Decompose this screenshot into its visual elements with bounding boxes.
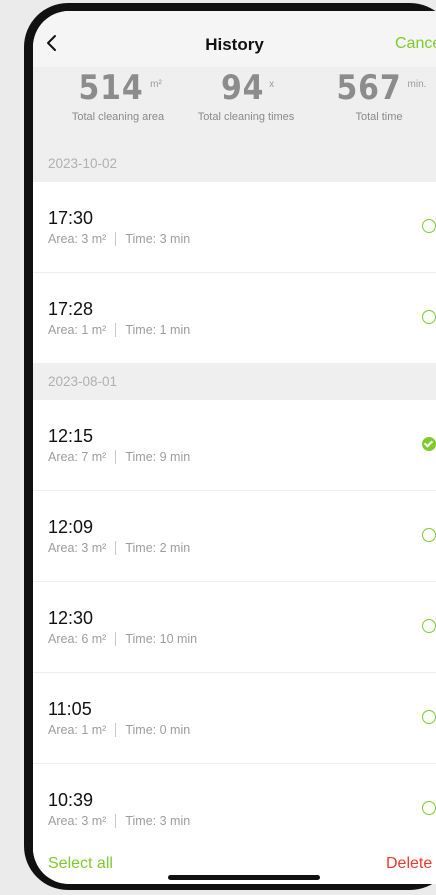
meta-divider bbox=[115, 723, 117, 737]
item-meta: Area: 1 m² Time: 1 min bbox=[48, 323, 190, 337]
select-checkbox[interactable] bbox=[422, 219, 436, 233]
nav-header: History Cancel bbox=[33, 11, 436, 67]
stat-value: 567 bbox=[335, 68, 402, 108]
date-label: 2023-10-02 bbox=[48, 156, 118, 171]
history-item[interactable]: 17:30 Area: 3 m² Time: 3 min bbox=[33, 182, 436, 272]
select-all-button[interactable]: Select all bbox=[48, 855, 113, 873]
meta-divider bbox=[115, 632, 117, 646]
select-checkbox[interactable] bbox=[422, 710, 436, 724]
history-item[interactable]: 12:30 Area: 6 m² Time: 10 min bbox=[33, 582, 436, 672]
item-duration: Time: 2 min bbox=[125, 541, 191, 555]
item-time: 10:39 bbox=[48, 790, 94, 810]
item-time: 17:28 bbox=[48, 299, 94, 319]
item-duration: Time: 9 min bbox=[125, 450, 191, 464]
item-duration: Time: 3 min bbox=[125, 232, 191, 246]
stat-value: 94 bbox=[220, 68, 265, 108]
item-time: 12:09 bbox=[48, 517, 94, 537]
stat-total-area: 514 m² Total cleaning area bbox=[48, 67, 188, 123]
item-duration: Time: 10 min bbox=[125, 632, 198, 646]
item-area: Area: 1 m² bbox=[48, 323, 107, 337]
item-time: 12:30 bbox=[48, 608, 94, 628]
delete-button[interactable]: Delete bbox=[386, 855, 432, 873]
meta-divider bbox=[115, 232, 117, 246]
item-time: 17:30 bbox=[48, 208, 94, 228]
history-item[interactable]: 10:39 Area: 3 m² Time: 3 min bbox=[33, 764, 436, 854]
item-area: Area: 6 m² bbox=[48, 632, 107, 646]
item-time: 12:15 bbox=[48, 426, 94, 446]
item-duration: Time: 0 min bbox=[125, 723, 191, 737]
select-checkbox[interactable] bbox=[422, 310, 436, 324]
history-item[interactable]: 11:05 Area: 1 m² Time: 0 min bbox=[33, 673, 436, 763]
date-header: 2023-10-02 bbox=[33, 145, 436, 182]
stats-summary: 514 m² Total cleaning area 94 x Total clea… bbox=[33, 67, 436, 145]
item-area: Area: 3 m² bbox=[48, 814, 107, 828]
item-duration: Time: 3 min bbox=[125, 814, 191, 828]
history-item[interactable]: 12:09 Area: 3 m² Time: 2 min bbox=[33, 491, 436, 581]
history-item[interactable]: 12:15 Area: 7 m² Time: 9 min bbox=[33, 400, 436, 490]
history-screen: History Cancel 514 m² Total cleaning area… bbox=[33, 11, 436, 884]
meta-divider bbox=[115, 323, 117, 337]
select-checkbox[interactable] bbox=[422, 801, 436, 815]
page-title: History bbox=[205, 35, 264, 54]
history-item[interactable]: 17:28 Area: 1 m² Time: 1 min bbox=[33, 273, 436, 363]
item-meta: Area: 1 m² Time: 0 min bbox=[48, 723, 190, 737]
meta-divider bbox=[115, 541, 117, 555]
select-checkbox[interactable] bbox=[422, 619, 436, 633]
stat-unit: m² bbox=[150, 79, 162, 90]
stat-total-times: 94 x Total cleaning times bbox=[176, 67, 316, 123]
date-header: 2023-08-01 bbox=[33, 363, 436, 400]
stat-unit: x bbox=[269, 79, 275, 90]
item-area: Area: 3 m² bbox=[48, 541, 107, 555]
item-duration: Time: 1 min bbox=[125, 323, 191, 337]
item-meta: Area: 7 m² Time: 9 min bbox=[48, 450, 190, 464]
stat-value: 514 bbox=[78, 68, 144, 108]
meta-divider bbox=[115, 814, 117, 828]
home-indicator bbox=[168, 875, 320, 880]
item-meta: Area: 3 m² Time: 2 min bbox=[48, 541, 190, 555]
select-checkbox-checked[interactable] bbox=[422, 437, 436, 451]
stat-label: Total cleaning area bbox=[71, 111, 165, 123]
meta-divider bbox=[115, 450, 117, 464]
item-area: Area: 1 m² bbox=[48, 723, 107, 737]
item-area: Area: 7 m² bbox=[48, 450, 107, 464]
date-label: 2023-08-01 bbox=[48, 374, 118, 389]
stat-label: Total time bbox=[355, 111, 403, 123]
cancel-button[interactable]: Cancel bbox=[395, 35, 436, 53]
item-meta: Area: 3 m² Time: 3 min bbox=[48, 814, 190, 828]
stat-total-time: 567 min. Total time bbox=[309, 67, 436, 123]
item-meta: Area: 6 m² Time: 10 min bbox=[48, 632, 197, 646]
item-meta: Area: 3 m² Time: 3 min bbox=[48, 232, 190, 246]
item-area: Area: 3 m² bbox=[48, 232, 107, 246]
stat-label: Total cleaning times bbox=[197, 111, 295, 123]
select-checkbox[interactable] bbox=[422, 528, 436, 542]
item-time: 11:05 bbox=[48, 699, 92, 719]
stat-unit: min. bbox=[407, 79, 427, 90]
